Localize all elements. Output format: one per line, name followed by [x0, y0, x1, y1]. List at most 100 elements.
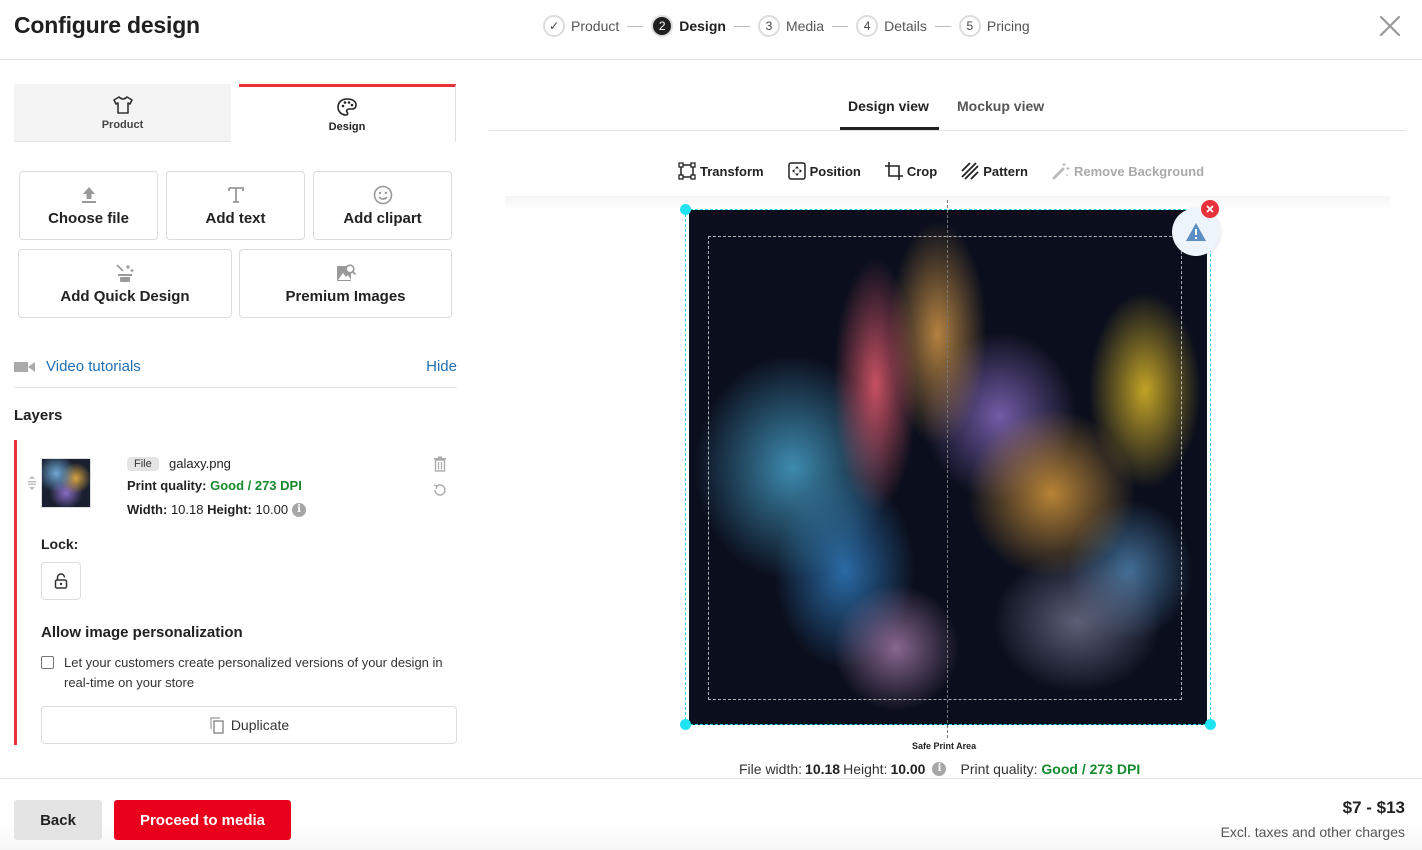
step-label: Details	[884, 18, 927, 34]
step-number: 3	[757, 15, 780, 37]
stepper: ✓ Product 2 Design 3 Media 4 Details 5 P…	[543, 14, 1030, 38]
width-label: Width:	[127, 502, 168, 517]
close-icon	[1379, 15, 1401, 37]
safe-print-area-label: Safe Print Area	[912, 741, 977, 751]
step-separator	[934, 25, 951, 27]
step-media[interactable]: 3 Media	[757, 15, 824, 37]
file-type-tag: File	[127, 457, 159, 471]
height-label: Height:	[843, 761, 888, 777]
tool-label: Add Quick Design	[60, 288, 190, 305]
step-product[interactable]: ✓ Product	[543, 15, 619, 37]
resize-handle-bottom-left[interactable]	[680, 719, 691, 730]
crop-icon	[884, 162, 903, 180]
hide-link[interactable]: Hide	[426, 358, 457, 375]
video-tutorials-link[interactable]: Video tutorials	[46, 358, 141, 375]
step-number: 4	[856, 15, 879, 37]
tshirt-icon	[112, 95, 133, 114]
layer-dimensions: Width: 10.18 Height: 10.00 i	[127, 502, 307, 517]
duplicate-button[interactable]: Duplicate	[41, 706, 457, 744]
file-width-value: 10.18	[805, 761, 841, 777]
left-panel: Product Design Choose file Add text Add …	[14, 84, 457, 745]
trash-icon[interactable]	[433, 456, 447, 472]
toolbar-label: Crop	[906, 163, 938, 179]
view-tabs: Design view Mockup view	[489, 86, 1406, 131]
step-details[interactable]: 4 Details	[856, 15, 927, 37]
premium-images-button[interactable]: Premium Images	[239, 249, 452, 318]
magic-wand-icon	[1052, 163, 1070, 180]
step-pricing[interactable]: 5 Pricing	[958, 15, 1030, 37]
tab-design-view[interactable]: Design view	[848, 98, 929, 114]
copy-icon	[210, 717, 224, 734]
check-icon: ✓	[543, 15, 565, 37]
back-button[interactable]: Back	[14, 800, 102, 840]
tool-label: Add clipart	[343, 210, 422, 227]
add-text-button[interactable]: Add text	[166, 171, 305, 240]
proceed-to-media-button[interactable]: Proceed to media	[114, 800, 291, 840]
height-value: 10.00	[255, 502, 289, 517]
unlock-icon	[54, 573, 68, 589]
tab-label: Design	[328, 120, 366, 133]
smiley-icon	[373, 184, 393, 206]
position-button[interactable]: Position	[787, 162, 861, 180]
add-quick-design-button[interactable]: Add Quick Design	[18, 249, 232, 318]
step-number: 5	[958, 15, 981, 37]
personalization-title: Allow image personalization	[41, 624, 243, 641]
design-image[interactable]	[689, 210, 1207, 725]
personalization-text: Let your customers create personalized v…	[64, 655, 443, 690]
step-design[interactable]: 2 Design	[651, 15, 726, 37]
upload-icon	[81, 184, 97, 206]
lock-toggle[interactable]	[41, 562, 81, 600]
design-toolbar: Transform Position Crop Pattern Remove B…	[678, 160, 1228, 182]
pattern-icon	[961, 162, 979, 180]
print-quality-label: Print quality:	[960, 761, 1038, 777]
reset-icon[interactable]	[432, 482, 448, 498]
canvas-top-shadow	[505, 196, 1390, 210]
tool-label: Choose file	[48, 210, 129, 227]
close-icon	[1206, 205, 1214, 213]
width-value: 10.18	[170, 502, 204, 517]
step-label: Design	[679, 18, 726, 34]
remove-background-button[interactable]: Remove Background	[1052, 162, 1204, 180]
footer: Back Proceed to media $7 - $13 Excl. tax…	[0, 778, 1422, 850]
height-label: Height:	[207, 502, 252, 517]
tab-design[interactable]: Design	[239, 84, 456, 142]
layers-title: Layers	[14, 407, 63, 424]
tab-label: Product	[101, 118, 144, 131]
layer-item[interactable]: File galaxy.png Print quality: Good / 27…	[14, 440, 457, 745]
toolbar-label: Pattern	[983, 163, 1028, 179]
page-title: Configure design	[14, 12, 200, 38]
file-info: File width: 10.18 Height: 10.00 i Print …	[739, 761, 1140, 777]
toolbar-label: Position	[809, 163, 861, 179]
tab-mockup-view[interactable]: Mockup view	[957, 98, 1044, 114]
file-name: galaxy.png	[169, 456, 231, 471]
palette-icon	[337, 97, 357, 116]
close-button[interactable]	[1378, 14, 1402, 38]
personalization-checkbox[interactable]	[41, 656, 54, 669]
tab-product[interactable]: Product	[14, 84, 231, 142]
text-icon	[227, 184, 244, 206]
step-separator	[733, 25, 750, 27]
pattern-button[interactable]: Pattern	[961, 162, 1028, 180]
step-number: 2	[651, 15, 674, 37]
position-icon	[787, 162, 806, 180]
info-icon[interactable]: i	[932, 762, 947, 776]
remove-layer-button[interactable]	[1201, 200, 1219, 218]
add-clipart-button[interactable]: Add clipart	[313, 171, 452, 240]
height-value: 10.00	[890, 761, 926, 777]
print-quality-value: Good / 273 DPI	[1041, 761, 1141, 777]
transform-button[interactable]: Transform	[678, 162, 764, 180]
panel-tabs: Product Design	[14, 84, 457, 143]
info-icon[interactable]: i	[292, 502, 307, 517]
layer-thumbnail	[41, 458, 91, 508]
tool-label: Premium Images	[285, 288, 406, 305]
drag-handle-icon[interactable]	[27, 476, 37, 490]
resize-handle-top-left[interactable]	[680, 204, 691, 215]
magic-wand-icon	[114, 262, 136, 284]
crop-button[interactable]: Crop	[884, 162, 938, 180]
active-tab-indicator	[840, 127, 939, 130]
resize-handle-bottom-right[interactable]	[1205, 719, 1216, 730]
step-label: Product	[571, 18, 620, 34]
print-quality-label: Print quality:	[127, 478, 207, 493]
step-separator	[832, 25, 849, 27]
choose-file-button[interactable]: Choose file	[19, 171, 158, 240]
